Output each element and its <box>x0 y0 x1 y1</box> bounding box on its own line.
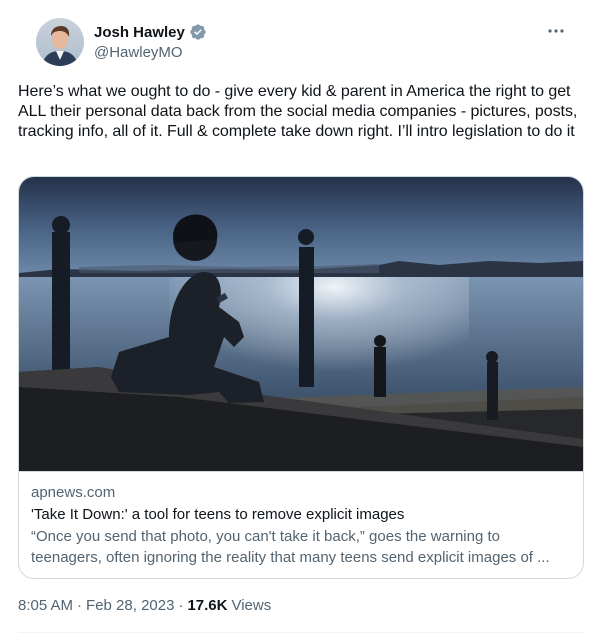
author-info: Josh Hawley @HawleyMO <box>94 22 207 61</box>
card-title: 'Take It Down:' a tool for teens to remo… <box>31 506 405 523</box>
tweet-header: Josh Hawley @HawleyMO <box>18 0 585 68</box>
card-domain: apnews.com <box>31 484 116 501</box>
tweet-time[interactable]: 8:05 AM <box>18 597 73 614</box>
tweet-text: Here’s what we ought to do - give every … <box>18 83 578 140</box>
tweet-meta: 8:05 AM · Feb 28, 2023 · 17.6K Views <box>18 597 271 614</box>
avatar-image <box>36 18 84 66</box>
avatar[interactable] <box>36 18 84 66</box>
meta-separator-2: · <box>178 597 184 614</box>
display-name[interactable]: Josh Hawley <box>94 24 185 41</box>
meta-separator: · <box>77 597 83 614</box>
card-image[interactable] <box>19 177 583 471</box>
name-row: Josh Hawley <box>94 22 207 42</box>
tweet-date[interactable]: Feb 28, 2023 <box>86 597 174 614</box>
verified-badge-icon <box>189 23 207 41</box>
more-horizontal-icon[interactable] <box>545 22 567 40</box>
views-label: Views <box>231 597 272 614</box>
divider <box>18 632 585 633</box>
tweet: Josh Hawley @HawleyMO Here’s what we oug… <box>0 0 603 639</box>
views-count[interactable]: 17.6K <box>187 597 227 614</box>
card-body: apnews.com 'Take It Down:' a tool for te… <box>19 471 583 578</box>
card-description: “Once you send that photo, you can't tak… <box>31 528 550 566</box>
user-handle[interactable]: @HawleyMO <box>94 44 207 61</box>
link-card[interactable]: apnews.com 'Take It Down:' a tool for te… <box>18 176 584 579</box>
